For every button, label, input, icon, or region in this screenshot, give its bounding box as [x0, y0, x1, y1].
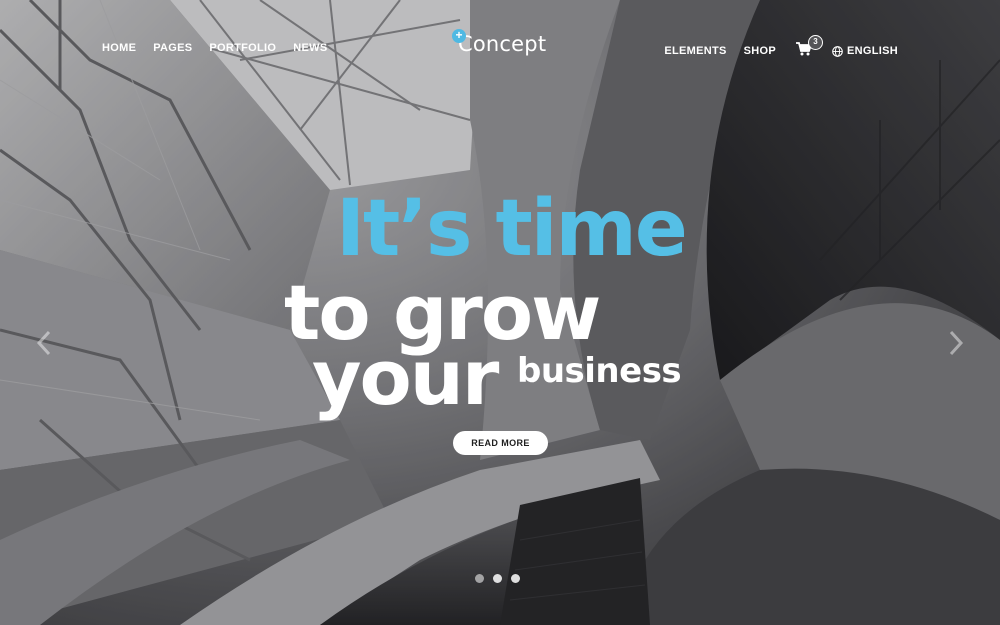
nav-elements[interactable]: ELEMENTS — [664, 45, 726, 57]
language-label: ENGLISH — [847, 45, 898, 57]
hero-headline-line3: your — [312, 333, 499, 422]
nav-news[interactable]: NEWS — [293, 42, 327, 54]
slider-dot-1[interactable] — [475, 574, 484, 583]
hero-slider: HOME PAGES PORTFOLIO NEWS + Concept ELEM… — [0, 0, 1000, 625]
main-nav-left: HOME PAGES PORTFOLIO NEWS — [102, 42, 344, 54]
slider-dot-3[interactable] — [511, 574, 520, 583]
logo-text: Concept — [458, 32, 547, 56]
nav-home[interactable]: HOME — [102, 42, 136, 54]
nav-pages[interactable]: PAGES — [153, 42, 192, 54]
logo-plus-icon: + — [452, 29, 466, 43]
language-selector[interactable]: ENGLISH — [832, 45, 898, 57]
cart-button[interactable]: 3 — [796, 35, 823, 60]
slider-pagination — [475, 574, 520, 583]
hero-headline-line3-small: business — [517, 351, 682, 391]
site-logo[interactable]: + Concept — [452, 29, 547, 56]
slider-dot-2[interactable] — [493, 574, 502, 583]
chevron-left-icon[interactable] — [36, 330, 52, 356]
globe-icon — [832, 45, 843, 57]
nav-portfolio[interactable]: PORTFOLIO — [209, 42, 276, 54]
read-more-button[interactable]: READ MORE — [453, 431, 548, 455]
nav-shop[interactable]: SHOP — [744, 45, 776, 57]
chevron-right-icon[interactable] — [948, 330, 964, 356]
hero-headline-line1: It’s time — [336, 184, 688, 274]
cart-count-badge: 3 — [808, 35, 823, 50]
main-nav-right: ELEMENTS SHOP 3 ENGLISH — [647, 35, 898, 60]
